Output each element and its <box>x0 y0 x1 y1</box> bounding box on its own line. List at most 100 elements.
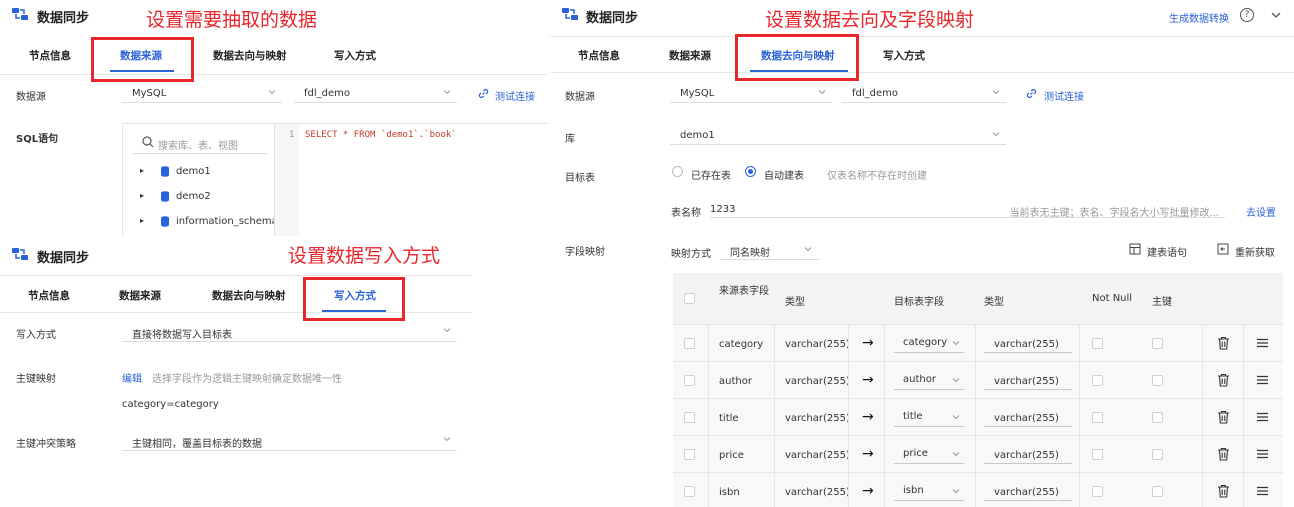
target-field-select[interactable]: author <box>894 370 964 390</box>
page-title: 数据同步 <box>37 251 90 266</box>
target-field-select[interactable]: isbn <box>894 481 964 501</box>
write-mode-label: 写入方式 <box>16 330 56 341</box>
data-sync-logo-icon <box>12 8 28 20</box>
pk-hint: 选择字段作为逻辑主键映射确定数据唯一性 <box>152 374 342 385</box>
drag-handle-icon[interactable] <box>1257 412 1268 422</box>
trash-icon[interactable] <box>1217 373 1230 387</box>
row-checkbox[interactable] <box>684 486 695 497</box>
chevron-down-icon <box>818 90 826 95</box>
tab-divider <box>550 72 1294 73</box>
primary-key-checkbox[interactable] <box>1152 412 1163 423</box>
tree-item-label: demo1 <box>176 166 211 177</box>
help-icon[interactable]: ? <box>1240 8 1254 22</box>
trash-icon[interactable] <box>1217 484 1230 498</box>
trash-icon[interactable] <box>1217 410 1230 424</box>
target-field-select[interactable]: price <box>894 444 964 464</box>
drag-handle-icon[interactable] <box>1257 338 1268 348</box>
mapping-mode-value: 同名映射 <box>730 248 770 259</box>
primary-key-checkbox[interactable] <box>1152 486 1163 497</box>
target-type-value: varchar(255) <box>994 376 1059 387</box>
link-icon[interactable] <box>1026 88 1037 99</box>
write-mode-select[interactable]: 直接将数据写入目标表 <box>122 324 457 342</box>
refetch-button[interactable]: 重新获取 <box>1235 244 1275 259</box>
pk-edit-link[interactable]: 编辑 <box>122 370 142 385</box>
primary-key-checkbox[interactable] <box>1152 375 1163 386</box>
target-field-select[interactable]: category <box>894 333 964 353</box>
row-checkbox[interactable] <box>684 412 695 423</box>
datasource-type-select[interactable]: MySQL <box>670 86 832 103</box>
build-statement-button[interactable]: 建表语句 <box>1147 244 1187 259</box>
trash-icon[interactable] <box>1217 447 1230 461</box>
not-null-checkbox[interactable] <box>1092 338 1103 349</box>
target-type-input[interactable]: varchar(255) <box>984 333 1072 353</box>
refresh-icon[interactable] <box>1217 243 1229 255</box>
tab-data-source[interactable]: 数据来源 <box>669 48 711 63</box>
table-name-hint: 当前表无主键；表名、字段名大小写批量修改... <box>1009 208 1219 219</box>
source-type: varchar(255) <box>785 413 850 424</box>
tab-write-mode[interactable]: 写入方式 <box>334 48 376 63</box>
mapping-table: 来源表字段 类型 目标表字段 类型 Not Null 主键 category v… <box>673 273 1283 507</box>
pk-value: category=category <box>122 399 219 410</box>
primary-key-checkbox[interactable] <box>1152 338 1163 349</box>
source-field: isbn <box>719 487 740 498</box>
target-type-input[interactable]: varchar(255) <box>984 370 1072 390</box>
not-null-checkbox[interactable] <box>1092 449 1103 460</box>
row-checkbox[interactable] <box>684 338 695 349</box>
panel-write: 数据同步 设置数据写入方式 节点信息 数据来源 数据去向与映射 写入方式 写入方… <box>0 236 550 507</box>
build-statement-icon[interactable] <box>1129 243 1141 255</box>
pk-mapping-label: 主键映射 <box>16 374 56 385</box>
tab-node-info[interactable]: 节点信息 <box>29 48 71 63</box>
tab-destination-mapping[interactable]: 数据去向与映射 <box>212 288 286 303</box>
target-type-input[interactable]: varchar(255) <box>984 444 1072 464</box>
radio-existing-table[interactable] <box>672 166 683 177</box>
target-type-value: varchar(255) <box>994 413 1059 424</box>
target-field-value: author <box>903 374 936 385</box>
tab-destination-mapping[interactable]: 数据去向与映射 <box>213 48 287 63</box>
drag-handle-icon[interactable] <box>1257 375 1268 385</box>
tab-data-source[interactable]: 数据来源 <box>119 288 161 303</box>
radio-auto-create[interactable] <box>745 166 756 177</box>
tab-write-mode[interactable]: 写入方式 <box>883 48 925 63</box>
target-field-select[interactable]: title <box>894 407 964 427</box>
column-header: 目标表字段 <box>894 297 944 308</box>
mapping-mode-select[interactable]: 同名映射 <box>720 240 820 260</box>
column-header: 主键 <box>1152 297 1172 308</box>
datasource-conn-select[interactable]: fdl_demo <box>294 86 457 103</box>
tree-search-input[interactable]: 搜索库、表、视图 <box>132 132 268 154</box>
primary-key-checkbox[interactable] <box>1152 449 1163 460</box>
tab-node-info[interactable]: 节点信息 <box>28 288 70 303</box>
sql-code-area[interactable]: 1 SELECT * FROM `demo1`.`book` <box>274 124 548 236</box>
trash-icon[interactable] <box>1217 336 1230 350</box>
datasource-type-select[interactable]: MySQL <box>122 86 282 103</box>
row-checkbox[interactable] <box>684 449 695 460</box>
target-type-input[interactable]: varchar(255) <box>984 407 1072 427</box>
generate-transform-link[interactable]: 生成数据转换 <box>1169 10 1229 25</box>
column-divider <box>848 362 849 399</box>
link-icon[interactable] <box>478 88 489 99</box>
column-divider <box>708 399 709 436</box>
row-checkbox[interactable] <box>684 375 695 386</box>
drag-handle-icon[interactable] <box>1257 486 1268 496</box>
conflict-strategy-select[interactable]: 主键相同，覆盖目标表的数据 <box>122 433 457 451</box>
test-connection-link[interactable]: 测试连接 <box>1044 88 1084 103</box>
tab-node-info[interactable]: 节点信息 <box>578 48 620 63</box>
drag-handle-icon[interactable] <box>1257 449 1268 459</box>
conflict-strategy-label: 主键冲突策略 <box>16 439 76 450</box>
chevron-down-icon[interactable] <box>1271 11 1281 19</box>
target-table-label: 目标表 <box>565 173 595 184</box>
target-field-value: isbn <box>903 485 924 496</box>
not-null-checkbox[interactable] <box>1092 375 1103 386</box>
test-connection-link[interactable]: 测试连接 <box>495 88 535 103</box>
table-name-input[interactable]: 1233 当前表无主键；表名、字段名大小写批量修改... <box>710 198 1225 219</box>
datasource-conn-select[interactable]: fdl_demo <box>842 86 1006 103</box>
select-all-checkbox[interactable] <box>684 293 695 304</box>
target-type-input[interactable]: varchar(255) <box>984 481 1072 501</box>
column-divider <box>975 362 976 399</box>
not-null-checkbox[interactable] <box>1092 486 1103 497</box>
goto-settings-link[interactable]: 去设置 <box>1246 204 1276 219</box>
not-null-checkbox[interactable] <box>1092 412 1103 423</box>
db-select[interactable]: demo1 <box>670 128 1006 145</box>
database-icon <box>161 191 169 202</box>
field-mapping-label: 字段映射 <box>565 247 605 258</box>
page-title: 数据同步 <box>586 11 639 26</box>
